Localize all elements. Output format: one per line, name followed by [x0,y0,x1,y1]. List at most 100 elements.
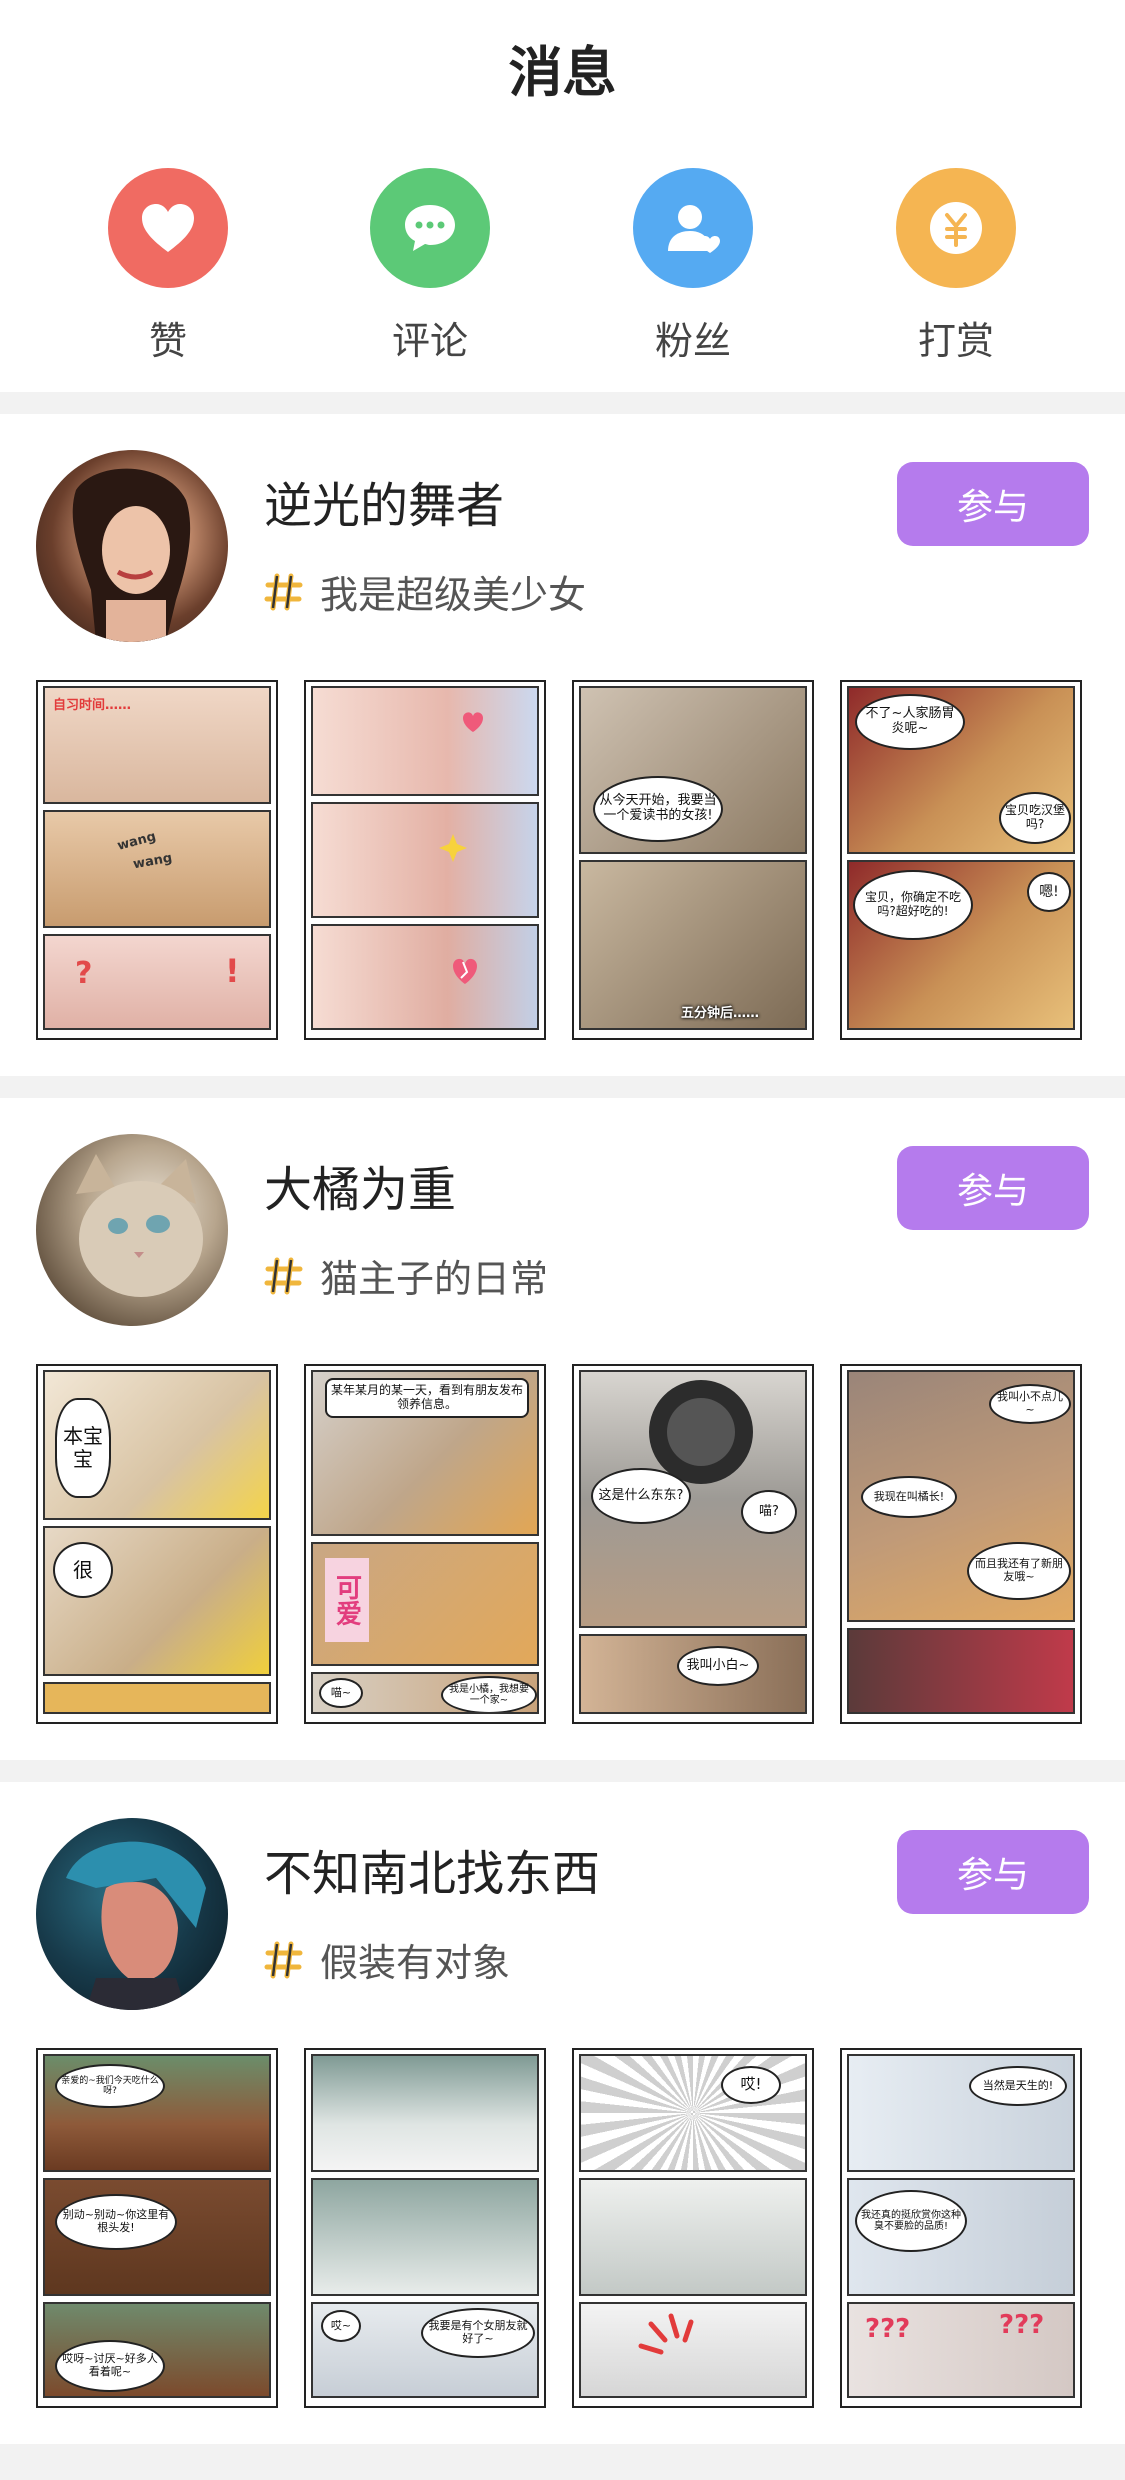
comic-thumbnail[interactable]: 某年某月的某一天，看到有朋友发布领养信息。 可爱 喵~ 我是小橘，我想要一个家~ [304,1364,546,1724]
speech-bubble: 别动~别动~你这里有根头发! [55,2194,177,2250]
comic-panel: 当然是天生的! [847,2054,1075,2172]
post-card[interactable]: 不知南北找东西 假装有对象 参与 亲爱的~我们今天吃什么呀? 别动~别动~你这里… [0,1782,1125,2444]
speech-bubble: 喵? [741,1490,797,1534]
speech-bubble: 从今天开始，我要当一个爱读书的女孩! [593,776,723,842]
comic-panel: 别动~别动~你这里有根头发! [43,2178,271,2296]
avatar[interactable] [36,1134,228,1326]
speech-bubble: 哎~ [321,2310,361,2342]
speech-bubble: 我还真的挺欣赏你这种臭不要脸的品质! [855,2190,967,2252]
category-label: 赞 [148,319,187,363]
topic-tag[interactable]: 我是超级美少女 [264,564,586,619]
post-username[interactable]: 不知南北找东西 [264,1834,600,1904]
topic-label: 假装有对象 [320,1941,511,1985]
comic-panel [311,924,539,1030]
category-likes[interactable]: 赞 [68,168,268,365]
category-fans[interactable]: 粉丝 [593,168,793,365]
comic-thumbnail[interactable]: 哎~ 我要是有个女朋友就好了~ [304,2048,546,2408]
category-label: 打赏 [917,319,994,363]
speech-bubble: 我现在叫橘长! [861,1476,957,1518]
speech-bubble: 嗯! [1027,872,1071,912]
comic-panel [311,802,539,918]
speech-bubble: 我是小橘，我想要一个家~ [441,1676,537,1712]
speech-bubble: 而且我还有了新朋友哦~ [967,1542,1071,1600]
comic-caption: wang [115,829,158,854]
comic-panel [43,1682,271,1714]
category-label: 评论 [391,319,468,363]
comic-panel: 哎! [579,2054,807,2172]
comic-panel [579,2302,807,2398]
category-rewards[interactable]: 打赏 [856,168,1056,365]
speech-bubble: 不了~人家肠胃炎呢~ [855,694,965,750]
section-divider [0,392,1125,414]
thumbnail-row: 本宝宝 很 某年某月的某一天，看到有朋友发布领养信息。 可爱 喵~ 我是小橘，我… [36,1364,1086,1724]
comic-thumbnail[interactable]: 本宝宝 很 [36,1364,278,1724]
comic-caption: wang [131,850,174,873]
topic-tag[interactable]: 猫主子的日常 [264,1248,548,1303]
comic-panel: ??? ??? [847,2302,1075,2398]
reward-icon [896,168,1016,288]
thumbnail-row: 自习时间…… wang wang ? ! 从今天开始，我要当一个爱读书的女孩! [36,680,1086,1040]
comic-panel: 可爱 [311,1542,539,1666]
post-card[interactable]: 大橘为重 猫主子的日常 参与 本宝宝 很 某年某月的某一天，看到有朋友发布领养信… [0,1098,1125,1760]
comic-panel: ? ! [43,934,271,1030]
comic-thumbnail[interactable]: 当然是天生的! 我还真的挺欣赏你这种臭不要脸的品质! ??? ??? [840,2048,1082,2408]
post-username[interactable]: 逆光的舞者 [264,466,504,536]
join-button[interactable]: 参与 [897,462,1089,546]
comic-thumbnail[interactable]: 这是什么东东? 喵? 我叫小白~ [572,1364,814,1724]
comic-panel: 本宝宝 [43,1370,271,1520]
topic-label: 我是超级美少女 [320,573,587,617]
speech-bubble: 宝贝吃汉堡吗? [999,792,1071,844]
avatar[interactable] [36,450,228,642]
comic-panel: 我叫小白~ [579,1634,807,1714]
comic-thumbnail[interactable]: 自习时间…… wang wang ? ! [36,680,278,1040]
speech-bubble: 亲爱的~我们今天吃什么呀? [55,2064,165,2108]
comic-panel: 五分钟后…… [579,860,807,1030]
category-comments[interactable]: 评论 [330,168,530,365]
category-label: 粉丝 [654,319,731,363]
speech-bubble: 当然是天生的! [969,2066,1067,2106]
comic-panel: 我还真的挺欣赏你这种臭不要脸的品质! [847,2178,1075,2296]
comic-panel: 这是什么东东? 喵? [579,1370,807,1628]
comic-thumbnail[interactable]: 不了~人家肠胃炎呢~ 宝贝吃汉堡吗? 宝贝，你确定不吃吗?超好吃的! 嗯! [840,680,1082,1040]
comic-thumbnail[interactable]: 哎! [572,2048,814,2408]
comic-panel: wang wang [43,810,271,928]
hashtag-icon [264,572,304,612]
speech-bubble: 本宝宝 [55,1398,111,1498]
fans-icon [633,168,753,288]
comic-panel [311,2178,539,2296]
comic-panel: 宝贝，你确定不吃吗?超好吃的! 嗯! [847,860,1075,1030]
avatar[interactable] [36,1818,228,2010]
section-divider [0,2444,1125,2480]
speech-bubble: 哎呀~讨厌~好多人看着呢~ [55,2340,165,2392]
speech-bubble: 我叫小不点儿~ [989,1384,1071,1424]
topic-label: 猫主子的日常 [320,1257,549,1301]
comic-caption: 五分钟后…… [681,1006,760,1021]
speech-bubble: 哎! [721,2066,781,2104]
comic-panel: 某年某月的某一天，看到有朋友发布领养信息。 [311,1370,539,1536]
comic-panel: 喵~ 我是小橘，我想要一个家~ [311,1672,539,1714]
speech-bubble: 某年某月的某一天，看到有朋友发布领养信息。 [325,1378,529,1418]
speech-bubble: 宝贝，你确定不吃吗?超好吃的! [853,870,973,940]
hashtag-icon [264,1256,304,1296]
join-button[interactable]: 参与 [897,1830,1089,1914]
comic-panel [579,2178,807,2296]
comic-panel [311,686,539,796]
comic-panel: 从今天开始，我要当一个爱读书的女孩! [579,686,807,854]
post-card[interactable]: 逆光的舞者 我是超级美少女 参与 自习时间…… wang wang ? ! 从今… [0,414,1125,1076]
speech-bubble: 喵~ [319,1678,363,1708]
join-button[interactable]: 参与 [897,1146,1089,1230]
topic-tag[interactable]: 假装有对象 [264,1932,510,1987]
comic-panel: 自习时间…… [43,686,271,804]
comic-panel: 我叫小不点儿~ 我现在叫橘长! 而且我还有了新朋友哦~ [847,1370,1075,1622]
heart-icon [108,168,228,288]
comic-thumbnail[interactable]: 我叫小不点儿~ 我现在叫橘长! 而且我还有了新朋友哦~ [840,1364,1082,1724]
speech-bubble: 这是什么东东? [591,1468,691,1524]
hashtag-icon [264,1940,304,1980]
speech-bubble: 很 [53,1542,113,1598]
comic-thumbnail[interactable]: 从今天开始，我要当一个爱读书的女孩! 五分钟后…… [572,680,814,1040]
comic-panel: 哎呀~讨厌~好多人看着呢~ [43,2302,271,2398]
post-username[interactable]: 大橘为重 [264,1150,456,1220]
comic-caption: 自习时间…… [53,698,132,713]
comic-thumbnail[interactable] [304,680,546,1040]
comic-thumbnail[interactable]: 亲爱的~我们今天吃什么呀? 别动~别动~你这里有根头发! 哎呀~讨厌~好多人看着… [36,2048,278,2408]
